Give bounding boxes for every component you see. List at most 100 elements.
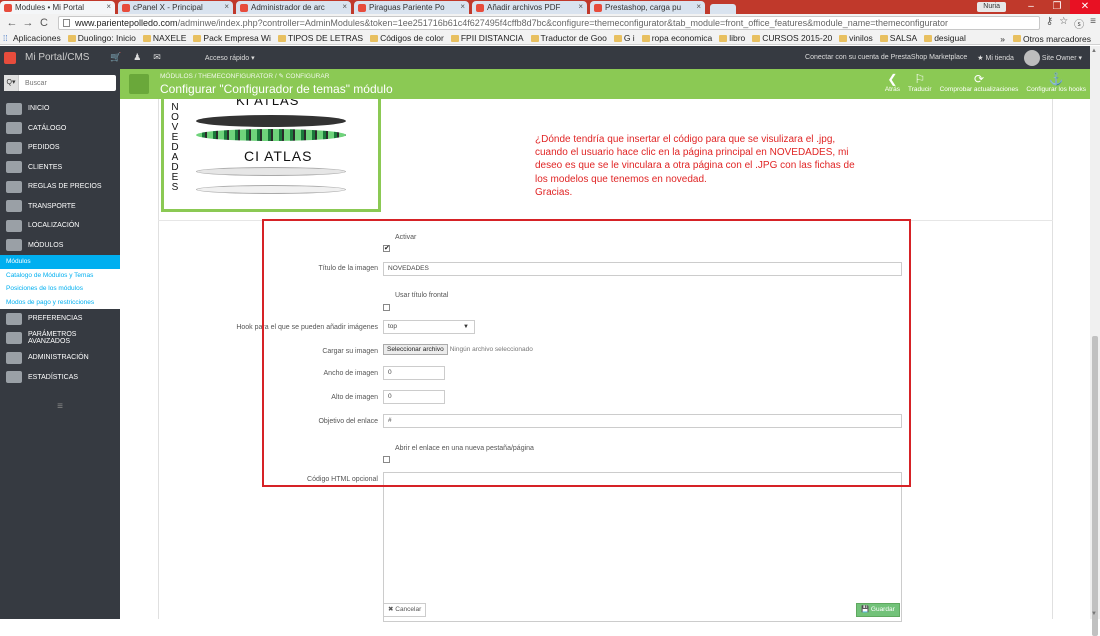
marketplace-connect-link[interactable]: Conectar con su cuenta de PrestaShop Mar…	[805, 54, 967, 61]
sidebar-item-inicio[interactable]: INICIO	[0, 99, 120, 119]
activate-checkbox[interactable]: ✔	[383, 245, 390, 252]
bookmark-label: desigual	[934, 33, 966, 43]
bookmark-item[interactable]: Pack Empresa Wi	[193, 33, 271, 43]
toolbar-button[interactable]: ❮ Atrás	[885, 72, 900, 93]
scroll-up-icon[interactable]: ▲	[1091, 48, 1097, 54]
width-input[interactable]: 0 pixels	[383, 366, 445, 380]
browser-tab[interactable]: Administrador de arc ×	[236, 1, 351, 14]
bookmark-item[interactable]: desigual	[924, 33, 966, 43]
bookmark-item[interactable]: Traductor de Goo	[530, 33, 607, 43]
newtab-checkbox[interactable]	[383, 456, 390, 463]
quick-access-menu[interactable]: Acceso rápido ▾	[205, 54, 255, 62]
url-input[interactable]: www.parientepolledo.com/adminwe/index.ph…	[58, 16, 1040, 30]
close-tab-icon[interactable]: ×	[696, 2, 701, 11]
sidebar-item-label: TRANSPORTE	[28, 202, 76, 210]
bookmark-item[interactable]: Duolingo: Inicio	[67, 33, 136, 43]
close-tab-icon[interactable]: ×	[460, 2, 465, 11]
save-button[interactable]: 💾 Guardar	[856, 603, 900, 617]
bookmark-item[interactable]: libro	[719, 33, 745, 43]
sidebar-item-pedidos[interactable]: PEDIDOS	[0, 138, 120, 158]
close-tab-icon[interactable]: ×	[224, 2, 229, 11]
width-value: 0	[388, 369, 392, 376]
folder-icon	[719, 34, 728, 42]
link-input[interactable]: #	[383, 414, 902, 428]
key-icon[interactable]: ⚷	[1046, 16, 1053, 31]
toolbar-button[interactable]: ⟳ Comprobar actualizaciones	[940, 72, 1019, 93]
new-tab-button[interactable]	[710, 4, 736, 14]
choose-file-button[interactable]: Seleccionar archivo	[383, 344, 448, 355]
extension-icon[interactable]: ⓢ	[1074, 16, 1084, 31]
user-icon[interactable]: ♟	[133, 52, 141, 63]
bookmark-item[interactable]: FPII DISTANCIA	[450, 33, 524, 43]
scroll-down-icon[interactable]: ▼	[1091, 611, 1097, 617]
browser-user-badge[interactable]: Nuria	[977, 2, 1006, 12]
sidebar-item-reglas-de-precios[interactable]: REGLAS DE PRECIOS	[0, 177, 120, 197]
browser-tab[interactable]: Añadir archivos PDF ×	[472, 1, 587, 14]
close-window-icon[interactable]: ✕	[1070, 0, 1100, 14]
submenu-item[interactable]: Modos de pago y restricciones	[0, 296, 120, 310]
sidebar-item-preferencias[interactable]: PREFERENCIAS	[0, 309, 120, 329]
bookmark-item[interactable]: Códigos de color	[370, 33, 444, 43]
close-tab-icon[interactable]: ×	[578, 2, 583, 11]
bookmark-item[interactable]: ⁞⁞ Aplicaciones	[3, 33, 61, 43]
scrollbar-thumb[interactable]	[1092, 336, 1098, 636]
browser-tab[interactable]: Prestashop, carga pu ×	[590, 1, 705, 14]
bookmark-item[interactable]: NAXELE	[142, 33, 186, 43]
bookmark-item[interactable]: G i	[613, 33, 635, 43]
browser-tab[interactable]: Piraguas Pariente Po ×	[354, 1, 469, 14]
bookmark-item[interactable]: ropa economica	[641, 33, 712, 43]
bookmark-item[interactable]: vinilos	[839, 33, 873, 43]
tab-label: Administrador de arc	[251, 3, 325, 12]
close-tab-icon[interactable]: ×	[342, 2, 347, 11]
toolbar-button[interactable]: ⚓ Configurar los hooks	[1026, 72, 1086, 93]
bookmark-label: Traductor de Goo	[540, 33, 607, 43]
breadcrumb: MÓDULOS / THEMECONFIGURATOR / ✎ CONFIGUR…	[160, 73, 330, 80]
other-bookmarks[interactable]: Otros marcadores	[1012, 34, 1091, 44]
submenu-item[interactable]: Módulos	[0, 255, 120, 269]
browser-tab[interactable]: cPanel X - Principal ×	[118, 1, 233, 14]
menu-icon[interactable]: ≡	[1090, 16, 1096, 31]
search-input[interactable]	[19, 79, 116, 87]
reload-icon[interactable]: C	[36, 17, 52, 29]
sidebar-item-transporte[interactable]: TRANSPORTE	[0, 197, 120, 217]
cancel-button[interactable]: ✖ Cancelar	[383, 603, 427, 617]
admin-logo[interactable]: Mi Portal/CMS	[0, 51, 120, 64]
sidebar-item-catálogo[interactable]: CATÁLOGO	[0, 119, 120, 139]
cart-icon[interactable]: 🛒	[110, 52, 121, 63]
bookmark-star-icon[interactable]: ☆	[1059, 16, 1068, 31]
browser-tab[interactable]: Modules • Mi Portal ×	[0, 1, 115, 14]
bookmark-item[interactable]: TIPOS DE LETRAS	[277, 33, 363, 43]
user-menu[interactable]: Site Owner ▾	[1023, 49, 1082, 66]
maximize-icon[interactable]: ❐	[1044, 0, 1070, 14]
front-title-label: Usar título frontal	[395, 292, 449, 299]
more-bookmarks-button[interactable]: »	[1000, 34, 1005, 44]
sidebar-item-administración[interactable]: ADMINISTRACIÓN	[0, 348, 120, 368]
minimize-icon[interactable]: –	[1018, 0, 1044, 14]
sidebar-item-clientes[interactable]: CLIENTES	[0, 158, 120, 178]
mail-icon[interactable]: ✉	[153, 52, 161, 63]
front-title-checkbox[interactable]	[383, 304, 390, 311]
bookmark-item[interactable]: SALSA	[879, 33, 917, 43]
parámetros-avanzados-icon	[6, 332, 22, 345]
header-toolbar: ❮ Atrás ⚐ Traducir ⟳ Comprobar actualizacione…	[885, 72, 1086, 93]
collapse-sidebar-icon[interactable]: ≡	[0, 401, 120, 412]
bookmark-item[interactable]: CURSOS 2015-20	[752, 33, 832, 43]
page-scrollbar[interactable]: ▲ ▼	[1090, 46, 1100, 636]
height-input[interactable]: 0 pixels	[383, 390, 445, 404]
hook-select[interactable]: top ▼	[383, 320, 475, 334]
submenu-item[interactable]: Posiciones de los módulos	[0, 282, 120, 296]
sidebar-item-módulos[interactable]: MÓDULOS	[0, 236, 120, 256]
image-title-input[interactable]: NOVEDADES	[383, 262, 902, 276]
submenu-item[interactable]: Catalogo de Módulos y Temas	[0, 269, 120, 283]
toolbar-button[interactable]: ⚐ Traducir	[908, 72, 932, 93]
html-textarea[interactable]	[383, 472, 902, 622]
search-scope-button[interactable]: Q▾	[4, 75, 19, 91]
forward-icon[interactable]: →	[20, 17, 36, 29]
sidebar-item-localización[interactable]: LOCALIZACIÓN	[0, 216, 120, 236]
url-path: /adminwe/index.php?controller=AdminModul…	[177, 18, 949, 28]
my-shop-link[interactable]: ★ Mi tienda	[977, 54, 1014, 62]
sidebar-item-parámetros-avanzados[interactable]: PARÁMETROS AVANZADOS	[0, 329, 120, 349]
back-icon[interactable]: ←	[4, 17, 20, 29]
sidebar-item-estadísticas[interactable]: ESTADÍSTICAS	[0, 368, 120, 388]
close-tab-icon[interactable]: ×	[106, 2, 111, 11]
